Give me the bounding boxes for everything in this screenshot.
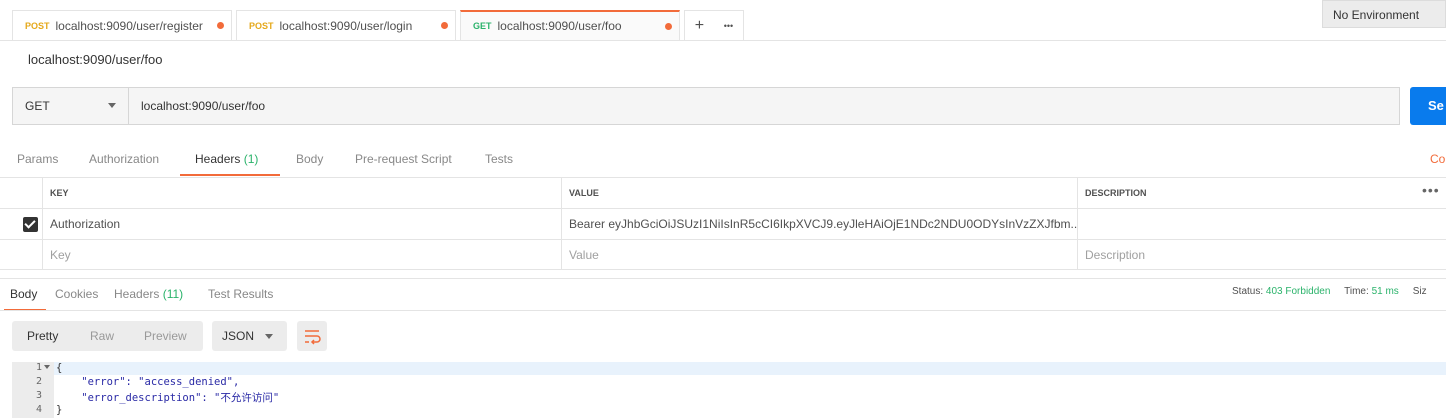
tab-url: localhost:9090/user/foo (497, 19, 622, 33)
unsaved-dot-icon (665, 23, 672, 30)
active-tab-indicator (180, 174, 280, 176)
tab-method: GET (473, 21, 492, 31)
tab-body[interactable]: Body (296, 152, 323, 166)
line-number: 4 (35, 404, 42, 415)
new-key-input[interactable]: Key (42, 240, 562, 269)
header-value-input[interactable]: Bearer eyJhbGciOiJSUzI1NiIsInR5cCI6IkpXV… (561, 209, 1078, 239)
key-column-header: KEY (42, 178, 562, 208)
tab-method: POST (25, 20, 50, 31)
url-bar: GET localhost:9090/user/foo (12, 87, 1400, 125)
response-headers-label: Headers (114, 287, 160, 301)
code-line: { (56, 362, 63, 374)
url-input[interactable]: localhost:9090/user/foo (141, 99, 265, 113)
wrap-icon (305, 330, 321, 345)
response-tab-cookies[interactable]: Cookies (55, 287, 98, 301)
preview-button[interactable]: Preview (144, 329, 187, 343)
value-column-header: VALUE (561, 178, 1078, 208)
line-number: 3 (35, 390, 42, 401)
tab-headers[interactable]: Headers (1) (195, 152, 258, 166)
request-title: localhost:9090/user/foo (28, 52, 163, 67)
header-enabled-checkbox[interactable] (23, 217, 38, 232)
time-label: Time: (1344, 286, 1369, 297)
fold-icon[interactable] (44, 365, 50, 369)
tab-actions: + ••• (684, 10, 744, 40)
chevron-down-icon (265, 334, 273, 339)
pretty-button[interactable]: Pretty (27, 329, 58, 343)
unsaved-dot-icon (217, 22, 224, 29)
new-value-input[interactable]: Value (561, 240, 1078, 269)
tab-bar: POST localhost:9090/user/register POST l… (0, 0, 1446, 40)
response-tab-test-results[interactable]: Test Results (208, 287, 273, 301)
unsaved-dot-icon (441, 22, 448, 29)
format-group: Pretty Raw Preview (12, 321, 203, 351)
request-tab-foo[interactable]: GET localhost:9090/user/foo (460, 10, 680, 40)
response-tabs: Body Cookies Headers (11) Test Results S… (0, 278, 1446, 311)
tab-authorization[interactable]: Authorization (89, 152, 159, 166)
wrap-lines-button[interactable] (297, 321, 327, 351)
format-type-value: JSON (222, 329, 255, 343)
method-value: GET (25, 99, 50, 113)
headers-count: (1) (243, 152, 259, 166)
time-value: 51 ms (1371, 286, 1399, 297)
tab-tests[interactable]: Tests (485, 152, 513, 166)
response-tab-body[interactable]: Body (10, 287, 37, 301)
table-row: Authorization Bearer eyJhbGciOiJSUzI1NiI… (0, 208, 1446, 239)
status-label: Status: (1232, 286, 1264, 297)
tab-params[interactable]: Params (17, 152, 58, 166)
chevron-down-icon (108, 103, 116, 108)
header-description-input[interactable] (1077, 209, 1446, 239)
response-meta: Status: 403 Forbidden Time: 51 ms Siz (1232, 286, 1427, 297)
method-select[interactable]: GET (13, 88, 129, 124)
environment-select[interactable]: No Environment (1322, 0, 1446, 28)
request-tabs: Params Authorization Headers (1) Body Pr… (0, 145, 1446, 177)
response-body[interactable]: 1 2 3 4 { "error": "access_denied", "err… (12, 362, 1446, 418)
status-value: 403 Forbidden (1265, 286, 1331, 297)
format-type-select[interactable]: JSON (212, 321, 287, 351)
divider (0, 310, 1446, 311)
header-key-input[interactable]: Authorization (42, 209, 562, 239)
more-tabs-icon[interactable]: ••• (724, 21, 733, 31)
description-column-header: DESCRIPTION (1077, 178, 1417, 208)
send-button[interactable]: Se (1410, 87, 1446, 125)
table-options-icon[interactable]: ••• (1422, 182, 1440, 198)
table-header-row: KEY VALUE DESCRIPTION ••• (0, 177, 1446, 208)
raw-button[interactable]: Raw (90, 329, 114, 343)
code-line: } (56, 404, 63, 416)
code-line: "error": "access_denied", (56, 376, 240, 388)
active-line-highlight (54, 362, 1446, 375)
size-label: Siz (1412, 286, 1427, 297)
code-line: "error_description": "不允许访问" (56, 392, 280, 404)
request-tab-register[interactable]: POST localhost:9090/user/register (12, 10, 232, 40)
tab-url: localhost:9090/user/register (55, 18, 203, 33)
tab-prerequest-script[interactable]: Pre-request Script (355, 152, 452, 166)
new-description-input[interactable]: Description (1077, 240, 1446, 269)
request-tab-login[interactable]: POST localhost:9090/user/login (236, 10, 456, 40)
divider (0, 40, 1446, 41)
response-headers-count: (11) (162, 287, 184, 301)
response-tab-headers[interactable]: Headers (11) (114, 287, 183, 301)
line-number: 1 (35, 362, 42, 373)
tab-method: POST (249, 20, 274, 31)
tab-headers-label: Headers (195, 152, 241, 166)
line-number: 2 (35, 376, 42, 387)
add-tab-button[interactable]: + (695, 17, 704, 35)
tab-url: localhost:9090/user/login (279, 18, 413, 33)
table-row-empty: Key Value Description (0, 239, 1446, 270)
code-link[interactable]: Co (1430, 152, 1445, 166)
